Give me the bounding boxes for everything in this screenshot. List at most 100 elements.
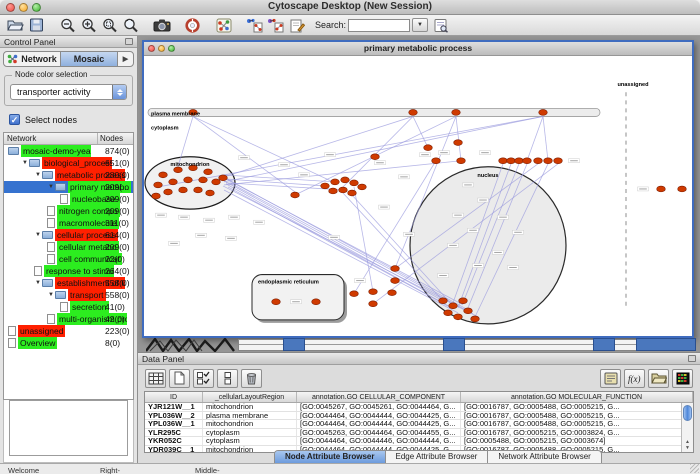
tree-row[interactable]: Overview8(0) — [4, 337, 133, 349]
tree-row[interactable]: ▼cellular process614(0) — [4, 229, 133, 241]
tree-row[interactable]: cellular metabo209(0) — [4, 241, 133, 253]
toolbar-separator — [234, 25, 244, 26]
tab-node-attribute-browser[interactable]: Node Attribute Browser — [275, 451, 386, 463]
table-cell: [GO:0005488, GO:0005215, GO:0003674] — [461, 437, 693, 445]
vizmapper-b-button[interactable] — [265, 16, 286, 34]
help-button[interactable] — [182, 16, 203, 34]
birdseye-viewport[interactable] — [9, 400, 128, 456]
tree-row[interactable]: mosaic-demo-yeast874(0) — [4, 145, 133, 157]
tree-row-label: unassigned — [18, 325, 65, 337]
column-header[interactable]: annotation.GO MOLECULAR_FUNCTION — [461, 392, 693, 402]
select-nodes-checkbox[interactable]: ✓ — [9, 114, 20, 125]
float-panel-icon[interactable] — [688, 355, 696, 362]
tab-[interactable]: ▶ — [118, 52, 133, 66]
window-title: Cytoscape Desktop (New Session) — [0, 1, 700, 12]
tree-row[interactable]: multi-organism pro42(0) — [4, 313, 133, 325]
tree-expand-arrow[interactable]: ▼ — [34, 169, 42, 181]
tab-mosaic[interactable]: Mosaic — [61, 52, 118, 66]
network-canvas[interactable]: plasma membranecytoplasmmitochondrionnuc… — [144, 56, 692, 336]
save-button[interactable] — [26, 16, 47, 34]
toolbar-separator — [203, 25, 213, 26]
zoom-in-button[interactable] — [78, 16, 99, 34]
tree-expand-arrow[interactable]: ▼ — [34, 277, 42, 289]
vizmapper-a-button[interactable] — [244, 16, 265, 34]
control-panel-tabs: Network Mosaic▶ — [3, 51, 134, 67]
vizmapper-b-icon — [267, 18, 284, 33]
attribute-grid-button[interactable] — [145, 369, 166, 388]
tree-row[interactable]: ▼transport558(0) — [4, 289, 133, 301]
tab-edge-attribute-browser[interactable]: Edge Attribute Browser — [386, 451, 489, 463]
tree-row[interactable]: ▼establishment of lo558(0) — [4, 277, 133, 289]
zoom-out-button[interactable] — [57, 16, 78, 34]
table-scrollbar[interactable]: ▲▼ — [681, 403, 693, 452]
open-icon — [7, 18, 24, 32]
tab-network[interactable]: Network — [4, 52, 61, 66]
search-options-dropdown[interactable]: ▼ — [412, 18, 428, 32]
tree-row-node-count: 223(0) — [105, 325, 130, 337]
import-table-button[interactable] — [648, 369, 669, 388]
function-builder-button[interactable]: f(x) — [624, 369, 645, 388]
tree-row[interactable]: cell communicat22(0) — [4, 253, 133, 265]
status-message: Welcome to Cytoscape 2.8.1 — [8, 466, 43, 474]
heatmap-icon — [676, 372, 690, 385]
tree-row-node-count: 558(0) — [105, 277, 130, 289]
table-row[interactable]: YLR295Ccytoplasm[GO:0045263, GO:0044464,… — [145, 429, 693, 438]
select-attributes-button[interactable] — [193, 369, 214, 388]
column-header[interactable]: _cellularLayoutRegion — [203, 392, 297, 402]
tree-expand-arrow[interactable]: ▼ — [47, 181, 55, 193]
tab-network-attribute-browser[interactable]: Network Attribute Browser — [488, 451, 600, 463]
tree-row[interactable]: unassigned 223(0) — [4, 325, 133, 337]
heatmap-button[interactable] — [672, 369, 693, 388]
table-row[interactable]: YPL036W__2plasma membrane[GO:0044464, GO… — [145, 412, 693, 421]
unselect-attributes-button[interactable] — [217, 369, 238, 388]
zoom-selected-button[interactable] — [99, 16, 120, 34]
table-row[interactable]: YPL036W__1mitochondrion[GO:0044464, GO:0… — [145, 420, 693, 429]
tree-expand-arrow[interactable]: ▼ — [34, 229, 42, 241]
title-bar[interactable]: Cytoscape Desktop (New Session) — [0, 0, 700, 15]
save-table-button[interactable] — [600, 369, 621, 388]
tree-row[interactable]: ▼primary metabo209(... — [4, 181, 133, 193]
tree-column-network[interactable]: Network — [4, 133, 98, 144]
tree-column-nodes[interactable]: Nodes — [98, 133, 133, 144]
tree-row[interactable]: response to stimulu264(0) — [4, 265, 133, 277]
network-overview-button[interactable] — [213, 16, 234, 34]
network-view-window[interactable]: primary metabolic process plasma membran… — [142, 40, 694, 338]
scrollbar-arrows[interactable]: ▲▼ — [682, 439, 693, 451]
annotation-button[interactable] — [286, 16, 307, 34]
tree-expand-arrow[interactable]: ▼ — [21, 157, 29, 169]
scrollbar-thumb[interactable] — [683, 405, 692, 421]
tree-row[interactable]: ▼metabolic process280(0) — [4, 169, 133, 181]
network-edge — [456, 116, 461, 160]
tree-row[interactable]: macromolecule311(0) — [4, 217, 133, 229]
tree-row[interactable]: ▼biological_process651(0) — [4, 157, 133, 169]
tree-row[interactable]: nitrogen compo209(0) — [4, 205, 133, 217]
search-input[interactable] — [348, 19, 410, 32]
folder-icon — [55, 183, 66, 191]
column-header[interactable]: annotation.GO CELLULAR_COMPONENT — [297, 392, 461, 402]
network-node — [329, 188, 338, 194]
column-header[interactable]: ID — [145, 392, 203, 402]
delete-attribute-button[interactable] — [241, 369, 262, 388]
network-node — [312, 299, 321, 305]
zoom-fit-button[interactable] — [120, 16, 141, 34]
new-attribute-button[interactable] — [169, 369, 190, 388]
tree-row[interactable]: secretion41(0) — [4, 301, 133, 313]
table-row[interactable]: YJR121W__1mitochondrion[GO:0045267, GO:0… — [145, 403, 693, 412]
network-node — [152, 193, 161, 199]
file-icon — [47, 314, 55, 324]
network-node — [554, 158, 563, 164]
tree-row-node-count: 558(0) — [105, 289, 130, 301]
node-color-dropdown[interactable]: transporter activity — [10, 84, 127, 100]
tab-label: Network — [21, 54, 57, 64]
enhanced-search-button[interactable] — [430, 16, 451, 34]
table-row[interactable]: YKR052Ccytoplasm[GO:0044464, GO:0044446,… — [145, 437, 693, 446]
file-icon — [47, 218, 55, 228]
network-window-titlebar[interactable]: primary metabolic process — [144, 42, 692, 56]
float-panel-icon[interactable] — [125, 38, 133, 45]
tree-row[interactable]: nucleobase-209(0) — [4, 193, 133, 205]
snapshot-icon — [153, 18, 171, 32]
open-button[interactable] — [5, 16, 26, 34]
tree-expand-arrow[interactable]: ▼ — [47, 289, 55, 301]
snapshot-button[interactable] — [151, 16, 172, 34]
resize-grip[interactable] — [690, 464, 699, 473]
